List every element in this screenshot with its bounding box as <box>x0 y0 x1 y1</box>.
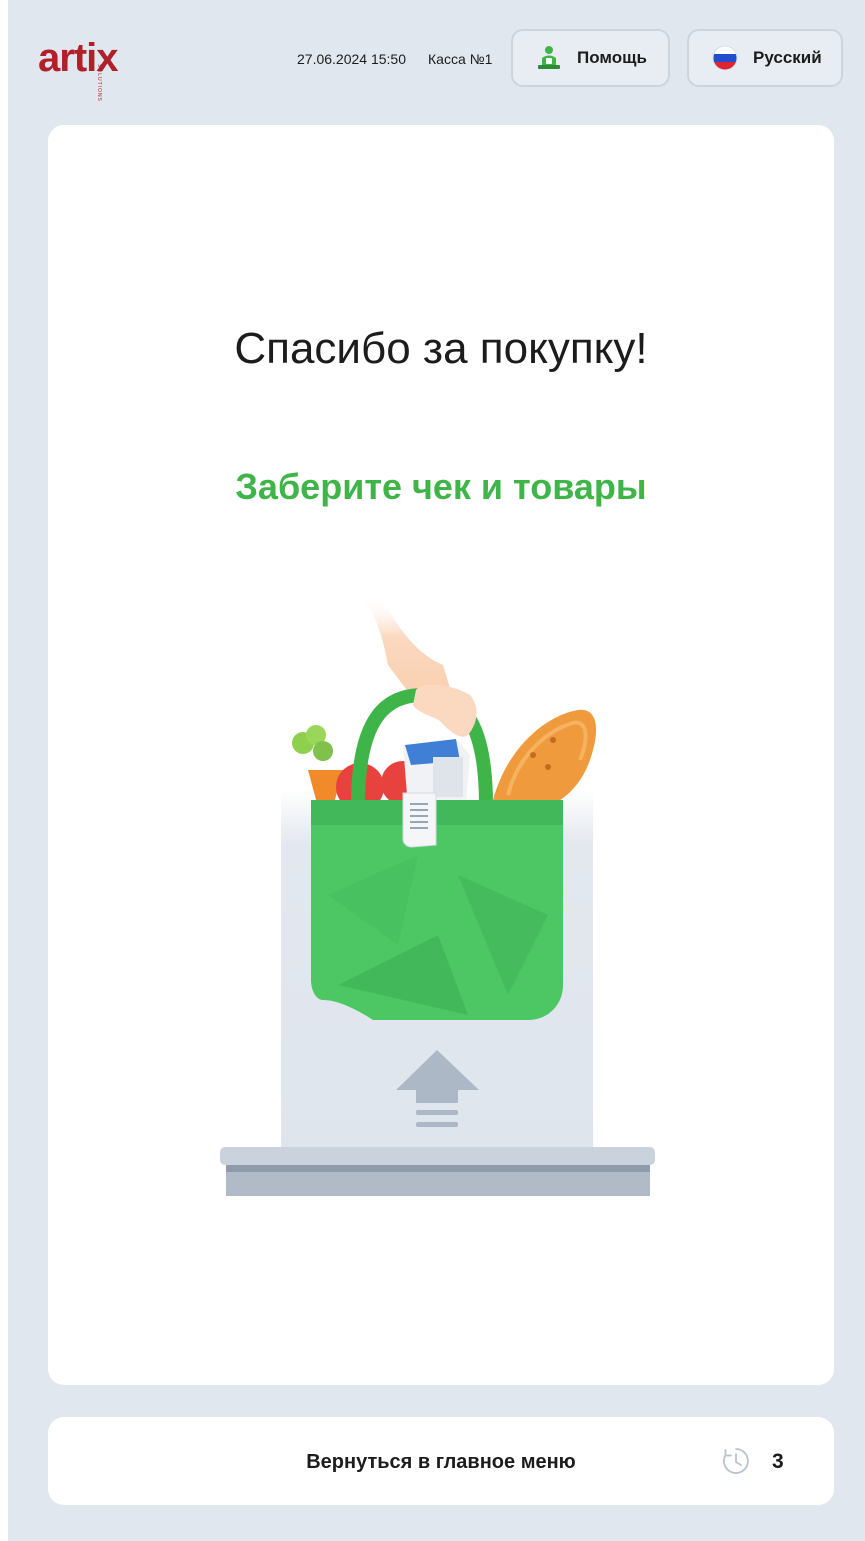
help-button[interactable]: Помощь <box>511 29 670 87</box>
russian-flag-icon <box>711 44 739 72</box>
language-label: Русский <box>753 48 822 67</box>
thank-you-title: Спасибо за покупку! <box>234 324 648 373</box>
help-label: Помощь <box>577 48 647 67</box>
assistant-icon <box>535 44 563 72</box>
logo-text: artix <box>38 36 118 80</box>
screen-background: artix SOLUTIONS 27.06.2024 15:50 Касса №… <box>8 0 865 1541</box>
shopping-bag-illustration <box>208 595 668 1215</box>
language-button[interactable]: Русский <box>687 29 843 87</box>
logo-subtext: SOLUTIONS <box>96 64 102 102</box>
main-card: Спасибо за покупку! Заберите чек и товар… <box>48 125 834 1385</box>
artix-logo: artix SOLUTIONS <box>38 28 148 102</box>
back-to-main-menu-label: Вернуться в главное меню <box>306 1451 576 1473</box>
back-to-main-menu-button[interactable]: Вернуться в главное меню 3 <box>48 1417 834 1505</box>
take-receipt-subtitle: Заберите чек и товары <box>235 466 647 507</box>
countdown-timer: 3 <box>772 1450 784 1473</box>
datetime-label: 27.06.2024 15:50 <box>297 51 406 67</box>
clock-icon <box>721 1446 751 1476</box>
register-label: Касса №1 <box>428 51 493 67</box>
